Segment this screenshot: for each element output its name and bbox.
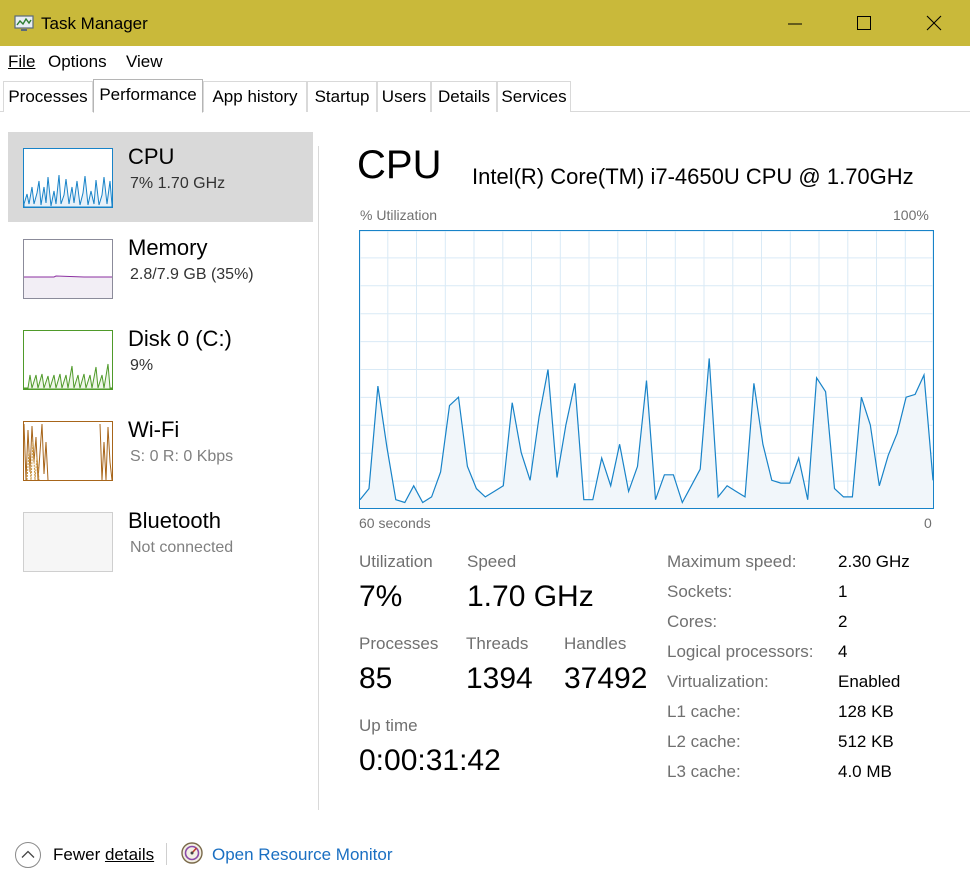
threads-value: 1394	[466, 662, 533, 695]
minimize-icon	[788, 23, 802, 25]
sidebar-cpu-name: CPU	[128, 144, 175, 169]
processes-label: Processes	[359, 634, 439, 653]
fewer-details-prefix: Fewer	[53, 845, 105, 864]
spec-label-cores: Cores:	[667, 612, 718, 631]
footer-separator	[166, 843, 167, 865]
uptime-value: 0:00:31:42	[359, 744, 501, 777]
sidebar-bluetooth-name: Bluetooth	[128, 508, 221, 533]
menu-view-label: View	[126, 52, 163, 71]
graph-x-right-label: 0	[924, 515, 932, 531]
cpu-thumbnail-graph	[24, 174, 112, 207]
sidebar-memory-name: Memory	[128, 235, 208, 260]
spec-value-l1-cache: 128 KB	[838, 702, 894, 721]
tab-startup[interactable]: Startup	[307, 81, 377, 112]
disk-thumbnail-graph	[24, 363, 112, 389]
tab-users[interactable]: Users	[377, 81, 431, 112]
utilization-label: Utilization	[359, 552, 433, 571]
spec-label-l3-cache: L3 cache:	[667, 762, 741, 781]
spec-label-sockets: Sockets:	[667, 582, 733, 601]
spec-label-virtualization: Virtualization:	[667, 672, 769, 691]
cpu-model-name: Intel(R) Core(TM) i7-4650U CPU @ 1.70GHz	[472, 164, 914, 189]
wifi-thumbnail-graph	[24, 423, 112, 480]
graph-y-max-label: 100%	[893, 207, 929, 223]
spec-value-max-speed: 2.30 GHz	[838, 552, 910, 571]
menu-options-label: Options	[48, 52, 107, 71]
tab-performance[interactable]: Performance	[93, 79, 203, 113]
maximize-icon	[857, 16, 871, 30]
sidebar-disk-sub: 9%	[130, 357, 154, 374]
sidebar-item-wifi[interactable]: Wi-Fi S: 0 R: 0 Kbps	[8, 405, 313, 495]
menu-file[interactable]: File	[8, 52, 35, 72]
speed-label: Speed	[467, 552, 517, 571]
tab-app-history[interactable]: App history	[203, 81, 307, 112]
resource-monitor-icon	[181, 842, 203, 864]
chevron-up-icon[interactable]	[14, 841, 42, 869]
cpu-utilization-graph	[359, 230, 934, 509]
speed-value: 1.70 GHz	[467, 580, 594, 613]
open-resource-monitor-link[interactable]: Open Resource Monitor	[212, 845, 392, 865]
menu-options[interactable]: Options	[48, 52, 107, 72]
wifi-thumbnail	[23, 421, 113, 481]
close-button[interactable]	[899, 0, 969, 46]
resource-list: CPU 7% 1.70 GHz Memory 2.8/7.9 GB (35%) …	[0, 112, 320, 812]
menu-file-label: File	[8, 52, 36, 71]
sidebar-wifi-sub: S: 0 R: 0 Kbps	[130, 448, 234, 465]
handles-value: 37492	[564, 662, 648, 695]
spec-value-logical-processors: 4	[838, 642, 848, 661]
spec-label-l1-cache: L1 cache:	[667, 702, 741, 721]
sidebar-disk-name: Disk 0 (C:)	[128, 326, 232, 351]
fewer-details-button[interactable]: Fewer details	[53, 845, 154, 865]
spec-value-virtualization: Enabled	[838, 672, 901, 691]
maximize-button[interactable]	[829, 0, 899, 46]
uptime-label: Up time	[359, 716, 418, 735]
graph-y-label: % Utilization	[360, 207, 438, 223]
tab-details[interactable]: Details	[431, 81, 497, 112]
sidebar-item-bluetooth[interactable]: Bluetooth Not connected	[8, 496, 313, 586]
menu-bar: File Options View	[0, 46, 970, 76]
minimize-button[interactable]	[760, 0, 830, 46]
utilization-value: 7%	[359, 580, 403, 613]
bluetooth-thumbnail	[23, 512, 113, 572]
fewer-details-underlined: details	[104, 845, 155, 864]
disk-thumbnail	[23, 330, 113, 390]
sidebar-item-disk[interactable]: Disk 0 (C:) 9%	[8, 314, 313, 404]
tab-processes[interactable]: Processes	[3, 81, 93, 112]
spec-value-l3-cache: 4.0 MB	[838, 762, 892, 781]
graph-x-left-label: 60 seconds	[359, 515, 431, 531]
sidebar-wifi-name: Wi-Fi	[128, 417, 180, 442]
sidebar-cpu-sub: 7% 1.70 GHz	[130, 175, 226, 192]
task-manager-icon	[14, 15, 34, 31]
processes-value: 85	[359, 662, 393, 695]
handles-label: Handles	[564, 634, 627, 653]
spec-value-l2-cache: 512 KB	[838, 732, 894, 751]
spec-label-l2-cache: L2 cache:	[667, 732, 741, 751]
sidebar-item-cpu[interactable]: CPU 7% 1.70 GHz	[8, 132, 313, 222]
memory-thumbnail-graph	[24, 275, 112, 298]
panel-divider[interactable]	[318, 146, 319, 810]
spec-label-max-speed: Maximum speed:	[667, 552, 797, 571]
tab-strip: Processes Performance App history Startu…	[0, 76, 970, 113]
page-title: CPU	[357, 143, 442, 187]
memory-thumbnail	[23, 239, 113, 299]
cpu-thumbnail	[23, 148, 113, 208]
sidebar-item-memory[interactable]: Memory 2.8/7.9 GB (35%)	[8, 223, 313, 313]
spec-value-sockets: 1	[838, 582, 848, 601]
spec-value-cores: 2	[838, 612, 848, 631]
title-bar[interactable]: Task Manager	[0, 0, 970, 46]
sidebar-bluetooth-sub: Not connected	[130, 539, 234, 556]
close-icon	[926, 15, 942, 31]
sidebar-memory-sub: 2.8/7.9 GB (35%)	[130, 266, 254, 283]
spec-label-logical-processors: Logical processors:	[667, 642, 814, 661]
menu-view[interactable]: View	[126, 52, 163, 72]
tab-services[interactable]: Services	[497, 81, 571, 112]
threads-label: Threads	[466, 634, 529, 653]
window-title: Task Manager	[41, 14, 148, 33]
